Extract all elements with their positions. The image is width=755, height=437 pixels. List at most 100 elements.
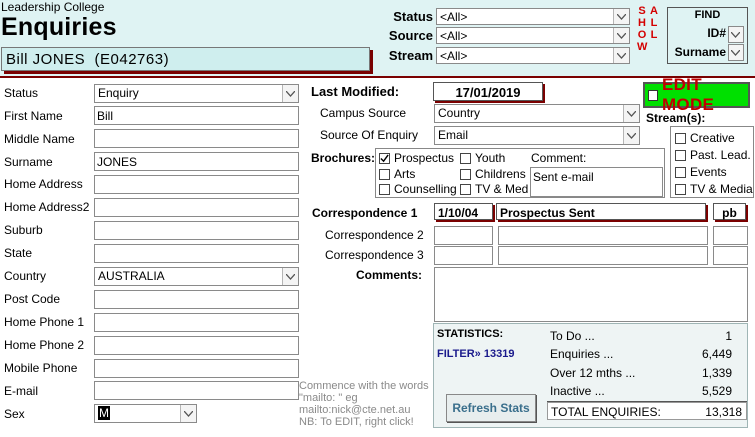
status-filter-value: <All>	[440, 10, 468, 24]
correspondence3-label: Correspondence 3	[325, 248, 424, 262]
find-surname-combo[interactable]	[728, 44, 744, 61]
sex-combo[interactable]: M	[94, 404, 197, 423]
checkbox-icon[interactable]	[675, 183, 686, 195]
suburb-label: Suburb	[4, 223, 43, 237]
refresh-stats-button[interactable]: Refresh Stats	[446, 394, 536, 422]
source-of-enquiry-combo[interactable]: Email	[434, 126, 640, 145]
checkbox-icon[interactable]	[460, 168, 471, 180]
status-label: Status	[4, 86, 39, 100]
brochure-tv-media[interactable]: TV & Media	[460, 182, 528, 196]
stream-past-lead[interactable]: Past. Lead.	[675, 148, 751, 162]
brochure-arts[interactable]: Arts	[379, 167, 415, 181]
chevron-down-icon[interactable]	[623, 105, 639, 122]
suburb-field[interactable]	[94, 221, 299, 240]
checkbox-icon[interactable]	[379, 168, 390, 180]
chevron-down-icon[interactable]	[729, 27, 743, 42]
edit-mode-toggle[interactable]: EDIT MODE	[643, 75, 750, 114]
home-phone1-label: Home Phone 1	[4, 315, 85, 329]
correspondence1-text[interactable]: Prospectus Sent	[496, 203, 706, 220]
country-label: Country	[4, 269, 47, 283]
stream-tv-media[interactable]: TV & Media	[675, 182, 753, 196]
campus-source-value: Country	[438, 106, 481, 120]
home-address2-field[interactable]	[94, 198, 299, 217]
correspondence1-by[interactable]: pb	[713, 203, 746, 220]
checkbox-icon[interactable]	[675, 132, 686, 144]
campus-source-label: Campus Source	[320, 106, 407, 120]
chevron-down-icon[interactable]	[180, 405, 196, 422]
comments-field[interactable]	[434, 267, 748, 322]
correspondence2-date[interactable]	[434, 226, 493, 245]
show-letters[interactable]: S H O W	[637, 5, 647, 53]
chevron-down-icon[interactable]	[613, 28, 629, 43]
brochure-prospectus[interactable]: Prospectus	[379, 151, 454, 165]
home-address-field[interactable]	[94, 175, 299, 194]
stats-total-row: TOTAL ENQUIRIES: 13,318	[547, 402, 747, 420]
stat-total-value: 13,318	[705, 405, 742, 419]
status-combo[interactable]: Enquiry	[94, 84, 299, 103]
source-of-enquiry-value: Email	[438, 128, 469, 142]
chevron-down-icon[interactable]	[282, 268, 298, 285]
stream-events[interactable]: Events	[675, 165, 727, 179]
checkbox-icon[interactable]	[460, 152, 471, 164]
correspondence1-date[interactable]: 1/10/04	[434, 203, 493, 220]
post-code-field[interactable]	[94, 290, 299, 309]
chevron-down-icon[interactable]	[282, 85, 298, 102]
correspondence1-label: Correspondence 1	[312, 206, 418, 220]
email-hint: Commence with the words "mailto: " eg ma…	[299, 380, 429, 428]
stream-creative[interactable]: Creative	[675, 131, 735, 145]
checkbox-icon[interactable]	[379, 183, 390, 195]
status-filter-label: Status	[393, 9, 433, 24]
checkbox-checked-icon[interactable]	[379, 152, 390, 164]
stream-filter-value: <All>	[440, 49, 468, 63]
statistics-title: STATISTICS:	[437, 328, 504, 340]
stat-enquiries-label: Enquiries ...	[550, 347, 614, 361]
chevron-down-icon[interactable]	[729, 45, 743, 60]
correspondence2-text[interactable]	[498, 226, 708, 245]
checkbox-icon[interactable]	[675, 149, 686, 161]
brochure-childrens[interactable]: Childrens	[460, 167, 526, 181]
surname-label: Surname	[4, 155, 53, 169]
surname-field[interactable]: JONES	[94, 152, 299, 171]
home-phone1-field[interactable]	[94, 313, 299, 332]
stat-todo-label: To Do ...	[550, 329, 595, 343]
email-field[interactable]	[94, 381, 299, 400]
all-letters[interactable]: A L L	[649, 5, 659, 41]
state-field[interactable]	[94, 244, 299, 263]
correspondence3-date[interactable]	[434, 246, 493, 265]
chevron-down-icon[interactable]	[623, 127, 639, 144]
correspondence3-by[interactable]	[713, 246, 748, 265]
campus-source-combo[interactable]: Country	[434, 104, 640, 123]
find-title: FIND	[694, 9, 721, 21]
brochure-counselling[interactable]: Counselling	[379, 182, 457, 196]
stream-filter-label: Stream	[388, 48, 433, 63]
header-divider	[0, 76, 755, 78]
checkbox-icon[interactable]	[460, 183, 471, 195]
mobile-phone-label: Mobile Phone	[4, 361, 78, 375]
correspondence2-by[interactable]	[713, 226, 748, 245]
filter-count: FILTER» 13319	[437, 348, 515, 360]
chevron-down-icon[interactable]	[613, 48, 629, 63]
source-filter-combo[interactable]: <All>	[436, 27, 630, 44]
brochure-comment-field[interactable]: Sent e-mail	[530, 167, 663, 197]
correspondence3-text[interactable]	[498, 246, 708, 265]
status-filter-combo[interactable]: <All>	[436, 8, 630, 25]
stat-over12-value: 1,339	[701, 366, 732, 380]
brochure-youth[interactable]: Youth	[460, 151, 505, 165]
correspondence2-label: Correspondence 2	[325, 228, 424, 242]
chevron-down-icon[interactable]	[613, 9, 629, 24]
home-phone2-field[interactable]	[94, 336, 299, 355]
checkbox-icon[interactable]	[675, 166, 686, 178]
comments-label: Comments:	[356, 268, 423, 282]
source-of-enquiry-label: Source Of Enquiry	[320, 128, 419, 142]
email-label: E-mail	[4, 384, 39, 398]
mobile-phone-field[interactable]	[94, 359, 299, 378]
middle-name-field[interactable]	[94, 129, 299, 148]
find-id-combo[interactable]	[728, 26, 744, 43]
first-name-field[interactable]: Bill	[94, 106, 299, 125]
brochure-comment-label: Comment:	[531, 151, 587, 165]
edit-mode-checkbox[interactable]	[648, 89, 658, 101]
country-combo[interactable]: AUSTRALIA	[94, 267, 299, 286]
middle-name-label: Middle Name	[4, 132, 75, 146]
stream-filter-combo[interactable]: <All>	[436, 47, 630, 64]
streams-panel: Creative Past. Lead. Events TV & Media	[670, 126, 754, 198]
